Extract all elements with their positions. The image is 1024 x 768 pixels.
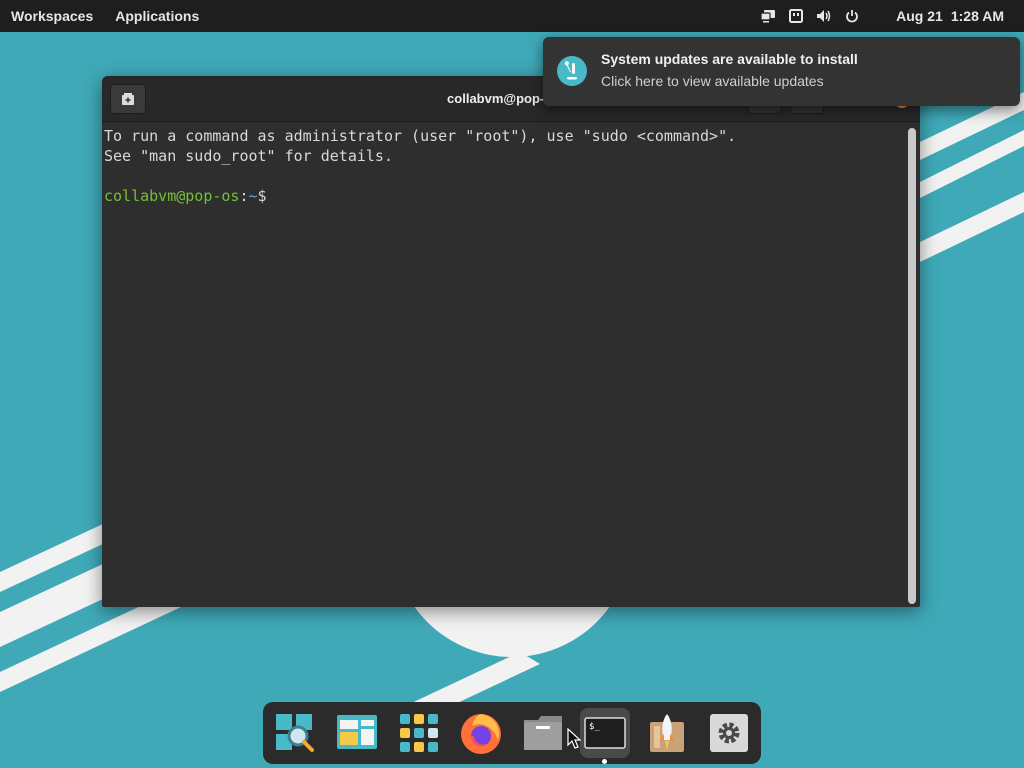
app-grid-icon (400, 714, 438, 752)
terminal-output[interactable]: To run a command as administrator (user … (104, 126, 904, 601)
date-label: Aug 21 (896, 8, 943, 24)
mouse-pointer-icon (567, 728, 581, 749)
network-wired-icon[interactable] (782, 0, 810, 32)
applications-button[interactable]: Applications (104, 0, 210, 32)
workspaces-button[interactable]: Workspaces (0, 0, 104, 32)
terminal-prompt: collabvm@pop-os:~$ (104, 186, 904, 206)
prompt-separator: : (239, 187, 249, 205)
dock: $_ (263, 702, 761, 764)
svg-text:$_: $_ (589, 722, 600, 732)
prompt-symbol: $ (257, 187, 267, 205)
scrollbar[interactable] (908, 128, 916, 604)
terminal-window[interactable]: collabvm@pop-os: ~ To run a command as a… (102, 76, 920, 607)
dock-files[interactable] (518, 708, 568, 758)
running-indicator (602, 759, 607, 764)
dock-terminal[interactable]: $_ (580, 708, 630, 758)
screen-share-icon[interactable] (754, 0, 782, 32)
notification-body: Click here to view available updates (601, 73, 824, 89)
new-tab-icon (122, 93, 134, 105)
firefox-icon (461, 714, 501, 754)
notification-title: System updates are available to install (601, 51, 858, 67)
volume-icon[interactable] (810, 0, 838, 32)
system-tray: Aug 21 1:28 AM (754, 0, 1024, 32)
prompt-user: collabvm@pop-os (104, 187, 240, 205)
top-panel: Workspaces Applications Aug 21 1:28 AM (0, 0, 1024, 32)
files-icon (524, 716, 562, 750)
terminal-line: To run a command as administrator (user … (104, 127, 737, 145)
prompt-path: ~ (248, 187, 258, 205)
dock-settings[interactable] (704, 708, 754, 758)
new-tab-button[interactable] (110, 84, 146, 114)
dock-pop-shop[interactable] (642, 708, 692, 758)
workspaces-icon (337, 715, 377, 749)
update-notification[interactable]: System updates are available to install … (543, 37, 1020, 106)
power-icon[interactable] (838, 0, 866, 32)
settings-icon (710, 714, 748, 752)
search-icon (276, 714, 314, 752)
pop-shop-icon (650, 714, 684, 752)
dock-app-grid[interactable] (394, 708, 444, 758)
dock-workspaces[interactable] (332, 708, 382, 758)
pop-os-logo-icon (557, 56, 587, 86)
terminal-line: See "man sudo_root" for details. (104, 147, 393, 165)
time-label: 1:28 AM (950, 8, 1004, 24)
dock-firefox[interactable] (456, 708, 506, 758)
terminal-icon: $_ (584, 717, 626, 749)
dock-search[interactable] (270, 708, 320, 758)
clock-button[interactable]: Aug 21 1:28 AM (866, 8, 1024, 24)
